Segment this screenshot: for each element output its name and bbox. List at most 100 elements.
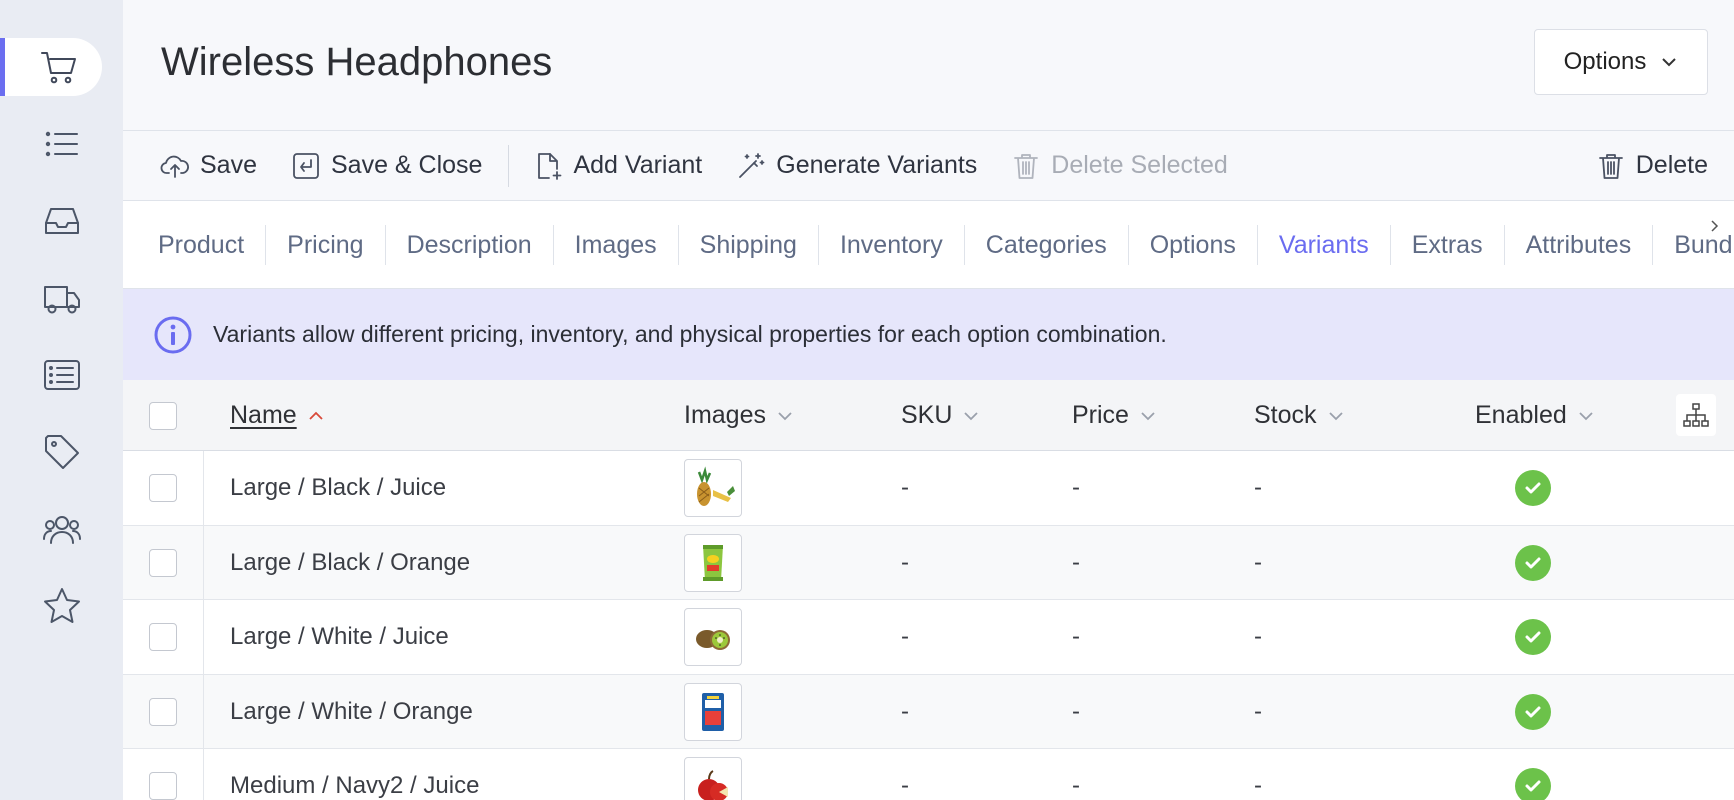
info-text: Variants allow different pricing, invent… [213, 321, 1167, 347]
column-images-label: Images [684, 401, 766, 429]
variant-thumbnail[interactable] [684, 459, 742, 517]
variant-thumbnail[interactable] [684, 757, 742, 800]
table-row[interactable]: Large / Black / Orange - - - [123, 525, 1734, 600]
chips-bag-image [703, 544, 723, 581]
options-label: Options [1563, 48, 1647, 75]
sidebar-item-shipping[interactable] [0, 265, 123, 331]
variant-enabled-cell [1515, 749, 1551, 800]
delete-selected-button[interactable]: Delete Selected [1011, 151, 1228, 181]
variant-name[interactable]: Large / Black / Juice [230, 451, 446, 525]
tab-images[interactable]: Images [552, 224, 678, 265]
column-header-sku[interactable]: SKU [901, 380, 980, 451]
tab-bar: Product Pricing Description Images Shipp… [123, 201, 1734, 289]
sidebar-item-customers[interactable] [0, 496, 123, 562]
variant-stock: - [1254, 548, 1262, 576]
column-divider [203, 451, 204, 525]
column-header-images[interactable]: Images [684, 380, 794, 451]
variant-stock: - [1254, 474, 1262, 501]
sidebar-item-favorites[interactable] [0, 573, 123, 639]
tab-variants[interactable]: Variants [1256, 224, 1390, 265]
chevron-right-icon[interactable] [1708, 219, 1722, 233]
sidebar-item-orders[interactable] [0, 34, 123, 100]
variant-thumbnail[interactable] [684, 608, 742, 666]
tab-product[interactable]: Product [158, 225, 265, 265]
row-select-cell [149, 675, 177, 749]
column-header-name[interactable]: Name [230, 380, 325, 451]
sidebar-item-inbox[interactable] [0, 188, 123, 254]
tab-options[interactable]: Options [1127, 224, 1257, 265]
trash-icon [1014, 153, 1039, 179]
star-icon [43, 588, 80, 623]
column-name-label: Name [230, 401, 297, 429]
table-row[interactable]: Large / White / Juice - - - [123, 600, 1734, 675]
column-divider [203, 749, 204, 800]
row-checkbox[interactable] [149, 474, 177, 502]
tab-description[interactable]: Description [384, 224, 553, 265]
variant-image-cell [684, 526, 742, 600]
page-header: Wireless Headphones Options [123, 0, 1734, 131]
enabled-check-icon[interactable] [1515, 470, 1551, 506]
generate-variants-button[interactable]: Generate Variants [736, 151, 977, 181]
variant-name[interactable]: Large / White / Orange [230, 675, 473, 749]
sidebar-item-list[interactable] [0, 111, 123, 177]
sidebar-item-catalog[interactable] [0, 342, 123, 408]
enabled-check-icon[interactable] [1515, 768, 1551, 800]
column-stock-label: Stock [1254, 401, 1317, 429]
tab-extras[interactable]: Extras [1389, 224, 1504, 265]
save-label: Save [200, 151, 257, 179]
snack-box-image [702, 692, 724, 731]
generate-variants-label: Generate Variants [776, 151, 978, 179]
row-checkbox[interactable] [149, 548, 177, 577]
variant-image-cell [684, 675, 742, 749]
pineapple-image [697, 466, 735, 506]
variant-stock: - [1254, 623, 1262, 650]
row-checkbox[interactable] [149, 697, 177, 726]
add-variant-button[interactable]: Add Variant [533, 151, 702, 181]
info-icon [154, 316, 192, 353]
column-settings-button[interactable] [1676, 394, 1716, 436]
tab-inventory[interactable]: Inventory [817, 224, 964, 265]
row-select-cell [149, 749, 177, 800]
variant-thumbnail[interactable] [684, 533, 742, 592]
tab-pricing[interactable]: Pricing [265, 224, 384, 265]
tab-attributes[interactable]: Attributes [1503, 224, 1653, 265]
row-checkbox[interactable] [149, 772, 177, 800]
variants-table: Name Images SKU Price Stock Enabled Larg… [123, 380, 1734, 800]
sidebar-item-tags[interactable] [0, 419, 123, 485]
variant-name[interactable]: Large / Black / Orange [230, 526, 470, 600]
enabled-check-icon[interactable] [1515, 619, 1551, 655]
options-dropdown-button[interactable]: Options [1534, 29, 1708, 95]
toolbar-divider [508, 144, 510, 187]
table-body: Large / Black / Juice - - - Large / Blac… [123, 451, 1734, 800]
enabled-check-icon[interactable] [1515, 544, 1551, 581]
enabled-check-icon[interactable] [1515, 693, 1551, 730]
column-header-enabled[interactable]: Enabled [1475, 380, 1595, 451]
delete-button[interactable]: Delete [1596, 151, 1708, 181]
table-row[interactable]: Large / Black / Juice - - - [123, 451, 1734, 526]
save-button[interactable]: Save [160, 151, 257, 181]
variant-stock: - [1254, 772, 1262, 799]
toolbar: Save Save & Close Add Variant Generate V… [123, 131, 1734, 201]
row-select-cell [149, 451, 177, 525]
column-header-stock[interactable]: Stock [1254, 380, 1345, 451]
chevron-down-icon [778, 411, 792, 420]
table-header: Name Images SKU Price Stock Enabled [123, 380, 1734, 451]
variant-image-cell [684, 451, 742, 525]
select-all-cell [149, 380, 177, 451]
column-header-price[interactable]: Price [1072, 380, 1157, 451]
variant-name[interactable]: Medium / Navy2 / Juice [230, 749, 479, 800]
users-icon [42, 516, 81, 544]
table-row[interactable]: Medium / Navy2 / Juice - - - [123, 749, 1734, 800]
row-checkbox[interactable] [149, 623, 177, 651]
variant-price: - [1072, 623, 1080, 650]
tab-shipping[interactable]: Shipping [677, 224, 818, 265]
variant-name[interactable]: Large / White / Juice [230, 600, 449, 674]
select-all-checkbox[interactable] [149, 401, 177, 430]
column-enabled-label: Enabled [1475, 401, 1567, 429]
variant-thumbnail[interactable] [684, 682, 742, 741]
apple-image [698, 770, 728, 800]
table-row[interactable]: Large / White / Orange - - - [123, 674, 1734, 749]
save-close-button[interactable]: Save & Close [291, 151, 482, 181]
tab-categories[interactable]: Categories [963, 224, 1128, 265]
variant-image-cell [684, 749, 742, 800]
